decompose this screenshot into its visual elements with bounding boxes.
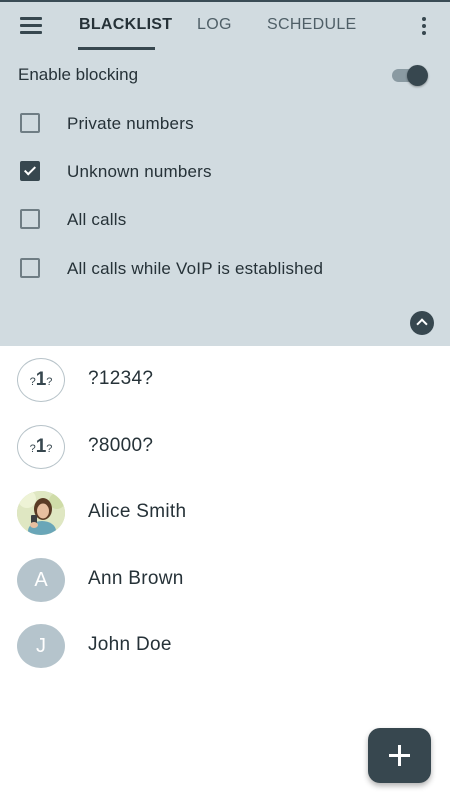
all-calls-voip-checkbox[interactable] — [20, 258, 40, 278]
unknown-number-avatar: ?1? — [17, 425, 65, 469]
enable-blocking-label: Enable blocking — [18, 65, 139, 84]
option-label: All calls while VoIP is established — [67, 259, 324, 278]
tab-blacklist[interactable]: BLACKLIST — [79, 16, 172, 34]
contact-name: Alice Smith — [88, 501, 187, 522]
more-vert-icon[interactable] — [414, 14, 434, 38]
private-numbers-checkbox[interactable] — [20, 113, 40, 133]
unknown-numbers-checkbox[interactable] — [20, 161, 40, 181]
option-label: Private numbers — [67, 114, 194, 133]
contact-initial-avatar: A — [17, 558, 65, 602]
unknown-number-avatar: ?1? — [17, 358, 65, 402]
list-item[interactable]: J John Doe — [0, 612, 450, 678]
option-private-numbers[interactable]: Private numbers — [0, 103, 450, 143]
list-item[interactable]: ?1? ?1234? — [0, 346, 450, 412]
list-item[interactable]: A Ann Brown — [0, 546, 450, 612]
toggle-thumb — [407, 65, 428, 86]
contact-name: John Doe — [88, 634, 172, 655]
list-item[interactable]: ?1? ?8000? — [0, 413, 450, 479]
contact-photo-avatar — [17, 491, 65, 535]
option-label: Unknown numbers — [67, 162, 212, 181]
option-all-calls-voip[interactable]: All calls while VoIP is established — [0, 248, 450, 288]
hamburger-menu-icon[interactable] — [18, 14, 46, 38]
option-label: All calls — [67, 210, 127, 229]
option-all-calls[interactable]: All calls — [0, 199, 450, 239]
option-unknown-numbers[interactable]: Unknown numbers — [0, 151, 450, 191]
chevron-up-icon[interactable] — [410, 311, 434, 335]
contact-name: ?1234? — [88, 368, 154, 389]
contact-name: Ann Brown — [88, 568, 184, 589]
app-bar: BLACKLIST LOG SCHEDULE — [0, 0, 450, 52]
tab-log[interactable]: LOG — [197, 16, 232, 34]
all-calls-checkbox[interactable] — [20, 209, 40, 229]
tab-schedule[interactable]: SCHEDULE — [267, 16, 357, 34]
contact-initial-avatar: J — [17, 624, 65, 668]
contact-name: ?8000? — [88, 435, 154, 456]
enable-blocking-toggle[interactable] — [390, 64, 430, 86]
add-button[interactable] — [368, 728, 431, 783]
settings-panel: BLACKLIST LOG SCHEDULE Enable blocking P… — [0, 0, 450, 346]
check-icon — [23, 163, 37, 176]
list-item[interactable]: Alice Smith — [0, 479, 450, 545]
tab-indicator — [78, 47, 155, 50]
